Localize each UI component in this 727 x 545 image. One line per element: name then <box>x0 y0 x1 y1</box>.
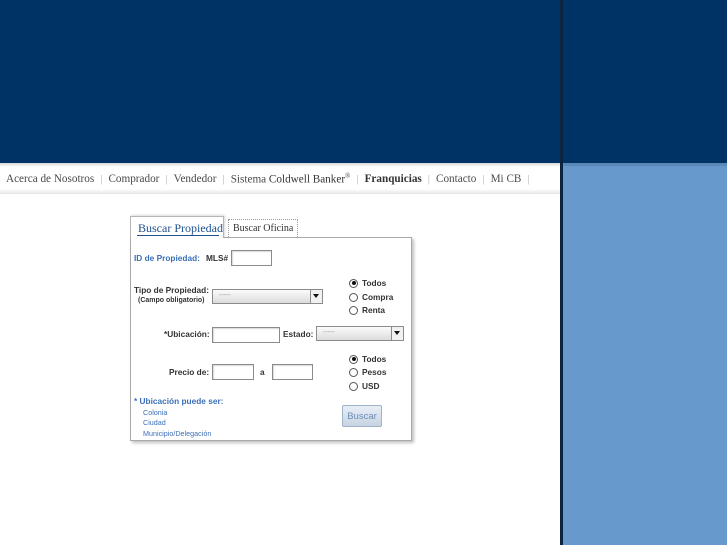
radio-op-todos[interactable]: Todos <box>349 278 386 288</box>
tipo-propiedad-select[interactable]: ----- <box>212 289 323 304</box>
nav-separator: | <box>527 172 530 185</box>
radio-label: Compra <box>362 292 394 302</box>
mls-label: MLS# <box>206 253 229 263</box>
tipo-propiedad-value: ----- <box>219 292 231 299</box>
chevron-down-icon <box>310 290 322 303</box>
nav-separator: | <box>165 172 168 185</box>
note-item-colonia: Colonia <box>143 408 168 417</box>
nav-coldwell-banker-text: Coldwell Banker <box>268 173 346 186</box>
right-side-panel <box>563 166 727 545</box>
nav-separator: | <box>427 172 430 185</box>
nav-vendedor[interactable]: Vendedor <box>174 173 217 185</box>
tab-buscar-oficina[interactable]: Buscar Oficina <box>228 219 298 237</box>
precio-label: Precio de: <box>169 367 210 377</box>
note-item-municipio: Municipio/Delegación <box>143 429 212 438</box>
nav-mi-cb[interactable]: Mi CB <box>491 173 522 185</box>
buscar-button-label: Buscar <box>347 411 377 422</box>
mls-input[interactable] <box>231 250 272 266</box>
buscar-button[interactable]: Buscar <box>342 405 382 427</box>
nav-sistema-text: Sistema <box>230 173 269 186</box>
radio-label: Pesos <box>362 367 387 377</box>
tab-buscar-propiedad[interactable]: Buscar Propiedad <box>130 216 224 238</box>
estado-value: ----- <box>323 329 335 336</box>
nav-separator: | <box>482 172 485 185</box>
ubicacion-label: *Ubicación: <box>164 329 210 339</box>
radio-icon <box>349 381 358 391</box>
radio-moneda-usd[interactable]: USD <box>349 381 380 391</box>
radio-label: Renta <box>362 305 386 315</box>
radio-op-renta[interactable]: Renta <box>349 305 385 315</box>
nav-separator: | <box>222 172 225 185</box>
chevron-down-icon <box>391 327 403 340</box>
radio-icon <box>349 292 358 302</box>
precio-a-label: a <box>260 367 265 377</box>
main-nav: Acerca de Nosotros | Comprador | Vendedo… <box>6 172 536 186</box>
radio-op-compra[interactable]: Compra <box>349 292 393 302</box>
ubicacion-input[interactable] <box>212 327 280 343</box>
nav-sistema-coldwell-banker[interactable]: Sistema Coldwell Banker® <box>231 172 351 186</box>
tab-buscar-oficina-label: Buscar Oficina <box>233 223 294 234</box>
precio-hasta-input[interactable] <box>272 364 313 380</box>
tab-buscar-propiedad-label: Buscar Propiedad <box>138 221 223 235</box>
radio-selected-icon <box>349 278 358 288</box>
tab-underline <box>137 235 219 236</box>
nav-franquicias[interactable]: Franquicias <box>365 173 422 185</box>
note-item-ciudad: Ciudad <box>143 418 166 427</box>
header-banner <box>0 0 560 163</box>
nav-separator: | <box>100 172 103 185</box>
estado-select[interactable]: ----- <box>316 326 404 341</box>
precio-desde-input[interactable] <box>212 364 254 380</box>
radio-label: Todos <box>362 354 387 364</box>
ubicacion-note-title: * Ubicación puede ser: <box>134 396 224 406</box>
nav-contacto[interactable]: Contacto <box>436 173 476 185</box>
radio-icon <box>349 305 358 315</box>
registered-mark: ® <box>345 172 351 180</box>
nav-separator: | <box>356 172 359 185</box>
id-propiedad-label: ID de Propiedad: <box>134 253 200 263</box>
radio-label: Todos <box>362 278 387 288</box>
radio-label: USD <box>362 381 380 391</box>
radio-moneda-pesos[interactable]: Pesos <box>349 367 386 377</box>
tipo-propiedad-label: Tipo de Propiedad: <box>134 285 209 295</box>
campo-obligatorio-note: (Campo obligatorio) <box>138 297 205 304</box>
radio-selected-icon <box>349 354 358 364</box>
estado-label: Estado: <box>283 329 314 339</box>
radio-icon <box>349 367 358 377</box>
nav-acerca[interactable]: Acerca de Nosotros <box>6 173 94 185</box>
header-banner-right <box>562 0 727 163</box>
radio-moneda-todos[interactable]: Todos <box>349 354 386 364</box>
nav-comprador[interactable]: Comprador <box>108 173 159 185</box>
